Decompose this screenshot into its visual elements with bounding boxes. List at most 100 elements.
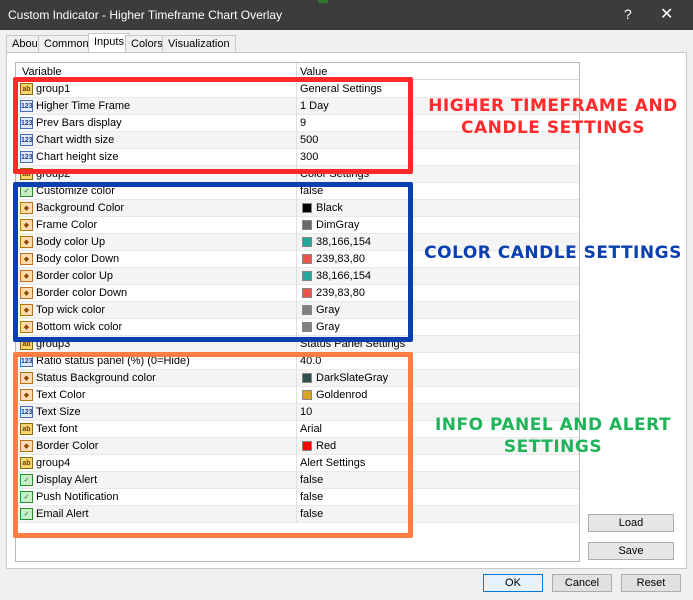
param-value[interactable]: false bbox=[300, 474, 323, 486]
grid-row[interactable]: ✓ Push Notification false bbox=[16, 489, 579, 506]
tab-visualization[interactable]: Visualization bbox=[162, 35, 236, 53]
cancel-button[interactable]: Cancel bbox=[552, 574, 612, 592]
annotation-higher-timeframe: HIGHER TIMEFRAME AND CANDLE SETTINGS bbox=[428, 96, 678, 138]
color-type-icon: ◆ bbox=[20, 287, 33, 299]
param-name: group3 bbox=[36, 338, 71, 350]
ok-button[interactable]: OK bbox=[483, 574, 543, 592]
param-name: Border color Up bbox=[36, 270, 114, 282]
grid-row[interactable]: ✓ Email Alert false bbox=[16, 506, 579, 523]
tab-common[interactable]: Common bbox=[38, 35, 95, 53]
boolean-type-icon: ✓ bbox=[20, 474, 33, 486]
param-name: Ratio status panel (%) (0=Hide) bbox=[36, 355, 190, 367]
param-name: Display Alert bbox=[36, 474, 98, 486]
param-value[interactable]: 9 bbox=[300, 117, 306, 129]
cell-divider bbox=[296, 98, 297, 115]
param-name: group2 bbox=[36, 168, 71, 180]
param-value[interactable]: Status Panel Settings bbox=[300, 338, 405, 350]
color-type-icon: ◆ bbox=[20, 321, 33, 333]
cell-divider bbox=[296, 438, 297, 455]
cell-divider bbox=[296, 183, 297, 200]
grid-row[interactable]: ◆ Bottom wick color Gray bbox=[16, 319, 579, 336]
grid-row[interactable]: ✓ Display Alert false bbox=[16, 472, 579, 489]
param-name: Chart width size bbox=[36, 134, 115, 146]
grid-row[interactable]: ab group2 Color Settings bbox=[16, 166, 579, 183]
reset-button[interactable]: Reset bbox=[621, 574, 681, 592]
color-type-icon: ◆ bbox=[20, 270, 33, 282]
cell-divider bbox=[296, 472, 297, 489]
grid-row[interactable]: ◆ Border color Up 38,166,154 bbox=[16, 268, 579, 285]
color-swatch[interactable] bbox=[302, 390, 312, 400]
param-value[interactable]: 40.0 bbox=[300, 355, 321, 367]
param-value[interactable]: Red bbox=[316, 440, 336, 452]
param-value[interactable]: 10 bbox=[300, 406, 312, 418]
color-type-icon: ◆ bbox=[20, 219, 33, 231]
param-value[interactable]: Goldenrod bbox=[316, 389, 367, 401]
color-swatch[interactable] bbox=[302, 237, 312, 247]
column-divider[interactable] bbox=[296, 63, 297, 80]
param-value[interactable]: Gray bbox=[316, 321, 340, 333]
tab-inputs[interactable]: Inputs bbox=[88, 33, 130, 54]
color-swatch[interactable] bbox=[302, 220, 312, 230]
grid-row[interactable]: ◆ Text Color Goldenrod bbox=[16, 387, 579, 404]
help-icon[interactable]: ? bbox=[624, 6, 632, 22]
param-value[interactable]: false bbox=[300, 491, 323, 503]
param-value[interactable]: 239,83,80 bbox=[316, 287, 365, 299]
number-type-icon: 123 bbox=[20, 100, 33, 112]
param-value[interactable]: Black bbox=[316, 202, 343, 214]
cell-divider bbox=[296, 285, 297, 302]
param-value[interactable]: Alert Settings bbox=[300, 457, 365, 469]
param-value[interactable]: DimGray bbox=[316, 219, 359, 231]
param-value[interactable]: General Settings bbox=[300, 83, 382, 95]
number-type-icon: 123 bbox=[20, 355, 33, 367]
grid-row[interactable]: ◆ Border color Down 239,83,80 bbox=[16, 285, 579, 302]
text-type-icon: ab bbox=[20, 338, 33, 350]
cell-divider bbox=[296, 319, 297, 336]
cell-divider bbox=[296, 370, 297, 387]
color-swatch[interactable] bbox=[302, 322, 312, 332]
grid-row[interactable]: ✓ Customize color false bbox=[16, 183, 579, 200]
number-type-icon: 123 bbox=[20, 134, 33, 146]
color-swatch[interactable] bbox=[302, 288, 312, 298]
color-swatch[interactable] bbox=[302, 373, 312, 383]
param-name: Email Alert bbox=[36, 508, 89, 520]
param-value[interactable]: 300 bbox=[300, 151, 318, 163]
grid-row[interactable]: 123 Ratio status panel (%) (0=Hide) 40.0 bbox=[16, 353, 579, 370]
param-name: Border color Down bbox=[36, 287, 128, 299]
param-value[interactable]: 38,166,154 bbox=[316, 236, 371, 248]
cell-divider bbox=[296, 336, 297, 353]
color-swatch[interactable] bbox=[302, 305, 312, 315]
param-value[interactable]: 500 bbox=[300, 134, 318, 146]
load-button[interactable]: Load bbox=[588, 514, 674, 532]
grid-row[interactable]: ab group3 Status Panel Settings bbox=[16, 336, 579, 353]
grid-row[interactable]: ◆ Background Color Black bbox=[16, 200, 579, 217]
param-value[interactable]: Arial bbox=[300, 423, 322, 435]
color-swatch[interactable] bbox=[302, 441, 312, 451]
param-name: Text Color bbox=[36, 389, 86, 401]
title-bar: Custom Indicator - Higher Timeframe Char… bbox=[0, 0, 693, 30]
color-swatch[interactable] bbox=[302, 271, 312, 281]
color-swatch[interactable] bbox=[302, 254, 312, 264]
close-icon[interactable]: ✕ bbox=[660, 4, 673, 24]
grid-row[interactable]: ◆ Top wick color Gray bbox=[16, 302, 579, 319]
param-value[interactable]: Gray bbox=[316, 304, 340, 316]
color-swatch[interactable] bbox=[302, 203, 312, 213]
param-value[interactable]: Color Settings bbox=[300, 168, 369, 180]
param-value[interactable]: 38,166,154 bbox=[316, 270, 371, 282]
param-value[interactable]: 239,83,80 bbox=[316, 253, 365, 265]
color-type-icon: ◆ bbox=[20, 304, 33, 316]
grid-row[interactable]: ◆ Frame Color DimGray bbox=[16, 217, 579, 234]
grid-row[interactable]: ◆ Status Background color DarkSlateGray bbox=[16, 370, 579, 387]
grid-row[interactable]: 123 Chart height size 300 bbox=[16, 149, 579, 166]
param-value[interactable]: 1 Day bbox=[300, 100, 329, 112]
param-value[interactable]: DarkSlateGray bbox=[316, 372, 388, 384]
cell-divider bbox=[296, 268, 297, 285]
param-name: group1 bbox=[36, 83, 71, 95]
cell-divider bbox=[296, 302, 297, 319]
text-type-icon: ab bbox=[20, 168, 33, 180]
param-value[interactable]: false bbox=[300, 185, 323, 197]
column-header-value[interactable]: Value bbox=[300, 66, 327, 78]
text-type-icon: ab bbox=[20, 423, 33, 435]
param-value[interactable]: false bbox=[300, 508, 323, 520]
column-header-variable[interactable]: Variable bbox=[22, 66, 62, 78]
save-button[interactable]: Save bbox=[588, 542, 674, 560]
